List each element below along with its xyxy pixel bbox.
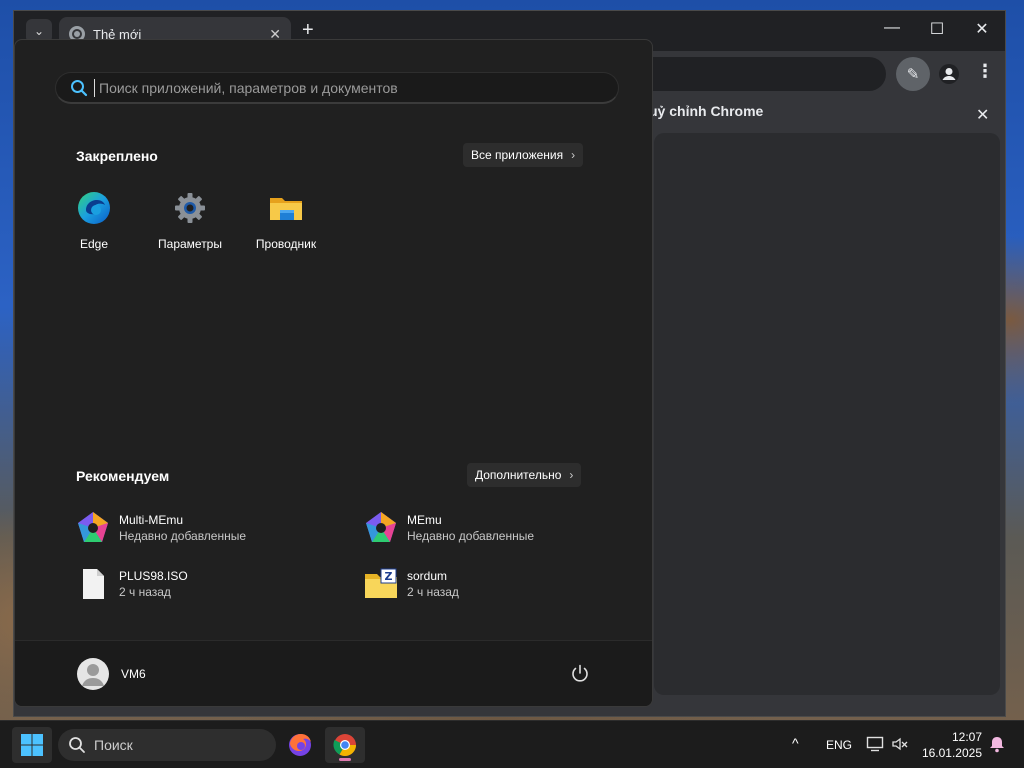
recommended-item-subtitle: Недавно добавленные: [407, 529, 535, 543]
all-apps-label: Все приложения: [471, 148, 564, 162]
start-user-bar: VM6: [15, 640, 652, 706]
system-clock[interactable]: 12:07 16.01.2025: [910, 729, 982, 761]
network-icon[interactable]: [866, 735, 884, 753]
user-name[interactable]: VM6: [121, 667, 146, 681]
more-label: Дополнительно: [475, 468, 562, 482]
address-bar[interactable]: [614, 57, 886, 91]
window-close-button[interactable]: ✕: [962, 19, 1002, 39]
chrome-icon: [333, 734, 356, 756]
notification-bell-icon[interactable]: [988, 735, 1006, 753]
search-icon: [71, 79, 88, 96]
pinned-app-edge[interactable]: Edge: [54, 190, 134, 251]
pinned-app-label: Edge: [79, 237, 109, 251]
start-button[interactable]: [12, 727, 52, 763]
firefox-icon: [289, 734, 311, 756]
recommended-item-subtitle: Недавно добавленные: [119, 529, 247, 543]
pinned-app-settings[interactable]: Параметры: [150, 190, 230, 251]
recommended-item-subtitle: 2 ч назад: [407, 585, 459, 599]
user-avatar-icon: [82, 664, 104, 686]
start-search-input[interactable]: [94, 78, 618, 97]
svg-text:Z: Z: [385, 570, 393, 583]
edge-icon: [78, 192, 110, 224]
profile-icon[interactable]: [936, 61, 962, 87]
settings-gear-icon: [175, 193, 205, 223]
file-explorer-icon: [270, 198, 302, 220]
side-panel-title: uỷ chỉnh Chrome: [649, 103, 764, 119]
recommended-item-name: Multi-MEmu: [119, 513, 184, 527]
recommended-section-title: Рекомендуем: [76, 468, 170, 484]
language-indicator[interactable]: ENG: [826, 738, 852, 752]
all-apps-button[interactable]: Все приложения ›: [463, 143, 584, 167]
pinned-app-label: Параметры: [158, 237, 222, 251]
minimize-button[interactable]: —: [872, 19, 912, 37]
start-menu: Закреплено Все приложения › Edge: [14, 39, 653, 707]
clock-time: 12:07: [951, 730, 982, 744]
folder-icon: Z: [365, 568, 397, 598]
recommended-item-sordum[interactable]: Z sordum 2 ч назад: [363, 566, 459, 602]
chevron-right-icon: ›: [571, 148, 576, 162]
taskbar: Поиск ^ ENG 12:07 16.01.2025: [0, 720, 1024, 768]
recommended-item-name: MEmu: [407, 513, 442, 527]
pinned-section-title: Закреплено: [76, 148, 158, 164]
windows-logo-icon: [21, 734, 43, 756]
maximize-button[interactable]: ☐: [917, 19, 957, 39]
recommended-item-plus98-iso[interactable]: PLUS98.ISO 2 ч назад: [75, 566, 188, 602]
start-search-box[interactable]: [55, 72, 619, 104]
file-icon: [83, 569, 104, 599]
side-panel-body: [654, 133, 1000, 695]
avatar[interactable]: [77, 658, 109, 690]
customize-chrome-button[interactable]: ✎: [896, 57, 930, 91]
power-icon[interactable]: [569, 663, 591, 685]
recommended-item-name: PLUS98.ISO: [119, 569, 188, 583]
more-button[interactable]: Дополнительно ›: [467, 463, 582, 487]
memu-icon: [78, 512, 108, 542]
side-panel-close-icon[interactable]: ✕: [976, 105, 989, 125]
pinned-app-file-explorer[interactable]: Проводник: [246, 190, 326, 251]
chrome-menu-button[interactable]: ⋮: [976, 61, 994, 82]
recommended-item-subtitle: 2 ч назад: [119, 585, 171, 599]
chevron-right-icon: ›: [569, 468, 574, 482]
taskbar-app-chrome[interactable]: [325, 727, 365, 763]
pinned-app-label: Проводник: [255, 237, 317, 251]
memu-icon: [366, 512, 396, 542]
taskbar-search[interactable]: Поиск: [58, 729, 276, 761]
recommended-item-memu[interactable]: MEmu Недавно добавленные: [363, 510, 534, 546]
recommended-item-multi-memu[interactable]: Multi-MEmu Недавно добавленные: [75, 510, 246, 546]
clock-date: 16.01.2025: [921, 746, 982, 760]
search-icon: [69, 737, 85, 753]
taskbar-search-label: Поиск: [94, 737, 133, 753]
volume-muted-icon[interactable]: [891, 735, 909, 753]
recommended-item-name: sordum: [407, 569, 448, 583]
tray-overflow-chevron-icon[interactable]: ^: [792, 735, 799, 751]
active-indicator: [339, 758, 351, 761]
taskbar-app-firefox[interactable]: [280, 727, 320, 763]
